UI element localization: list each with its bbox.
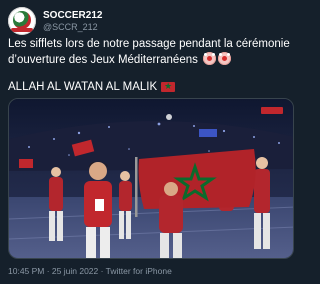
author-handle[interactable]: @SCCR_212 — [43, 22, 102, 33]
clown-face-icon — [203, 51, 217, 65]
morocco-flag-icon — [161, 80, 176, 94]
tweet-media-photo[interactable] — [8, 98, 294, 259]
author-names: SOCCER212 @SCCR_212 — [43, 10, 102, 33]
slogan-text: ALLAH AL WATAN AL MALIK — [8, 81, 158, 93]
tweet-text-line-2: d’ouverture des Jeux Méditerranéens — [8, 51, 296, 68]
tweet-text: Les sifflets lors de notre passage penda… — [8, 37, 296, 67]
tweet-card: SOCCER212 @SCCR_212 Les sifflets lors de… — [0, 0, 300, 284]
soccer-club-logo-icon — [13, 11, 31, 29]
avatar[interactable] — [8, 7, 36, 35]
tweet-timestamp[interactable]: 10:45 PM · 25 juin 2022 · Twitter for iP… — [8, 266, 172, 277]
tweet-header: SOCCER212 @SCCR_212 — [8, 6, 102, 36]
tweet-text-line-2-text: d’ouverture des Jeux Méditerranéens — [8, 53, 198, 66]
tweet-text-line-1: Les sifflets lors de notre passage penda… — [8, 38, 290, 50]
tweet-slogan: ALLAH AL WATAN AL MALIK — [8, 80, 176, 94]
clown-face-icon — [218, 51, 232, 65]
ceremony-photo — [9, 99, 293, 258]
author-display-name[interactable]: SOCCER212 — [43, 10, 102, 22]
